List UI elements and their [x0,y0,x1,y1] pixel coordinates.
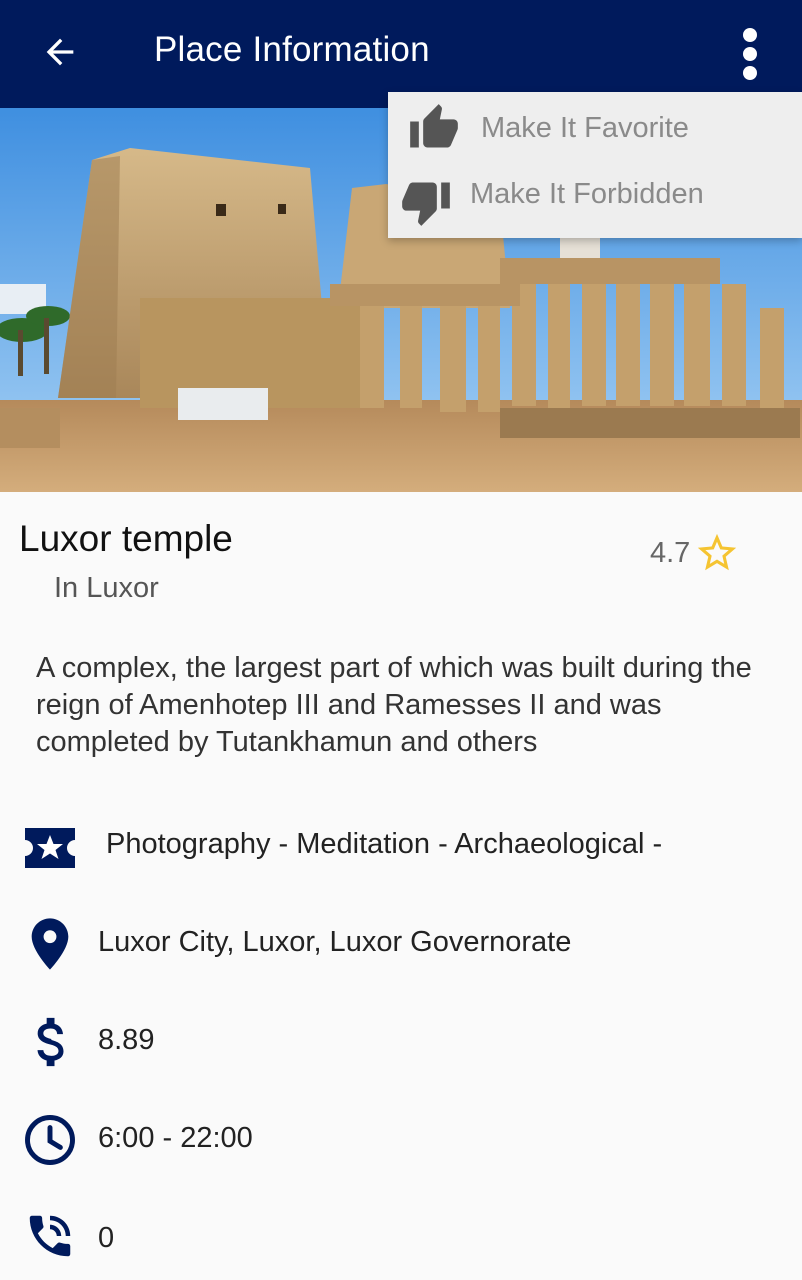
price-text: 8.89 [98,1024,155,1056]
star-outline-icon [698,533,737,571]
price-row: 8.89 [0,1008,802,1078]
make-forbidden-menu-item[interactable]: Make It Forbidden [388,166,802,238]
page-title: Place Information [154,30,430,69]
overflow-menu-button[interactable] [722,18,778,88]
ticket-star-icon [20,818,80,878]
make-favorite-label: Make It Favorite [481,112,689,144]
place-description: A complex, the largest part of which was… [36,652,752,758]
overflow-popup-menu: Make It Favorite Make It Forbidden [388,92,802,238]
place-name: Luxor temple [19,518,233,559]
phone-text[interactable]: 0 [98,1222,114,1255]
location-row: Luxor City, Luxor, Luxor Governorate [0,910,802,980]
thumbs-down-icon [402,182,450,226]
hours-row: 6:00 - 22:00 [0,1106,802,1176]
location-text: Luxor City, Luxor, Luxor Governorate [98,926,572,958]
phone-row: 0 [0,1204,802,1274]
phone-in-talk-icon [20,1206,80,1266]
activities-row: Photography - Meditation - Archaeologica… [0,812,802,882]
place-city: In Luxor [54,572,159,604]
hours-text: 6:00 - 22:00 [98,1122,253,1154]
make-forbidden-label: Make It Forbidden [470,178,704,210]
more-vertical-icon [743,28,757,80]
dollar-icon [20,1012,80,1072]
rating-value: 4.7 [650,536,691,569]
back-button[interactable] [30,24,90,80]
clock-icon [20,1110,80,1170]
arrow-left-icon [46,38,74,66]
make-favorite-menu-item[interactable]: Make It Favorite [388,92,802,164]
rating: 4.7 [650,530,740,576]
activities-text: Photography - Meditation - Archaeologica… [106,828,663,860]
thumbs-up-icon [410,104,458,148]
map-pin-icon [20,914,80,974]
